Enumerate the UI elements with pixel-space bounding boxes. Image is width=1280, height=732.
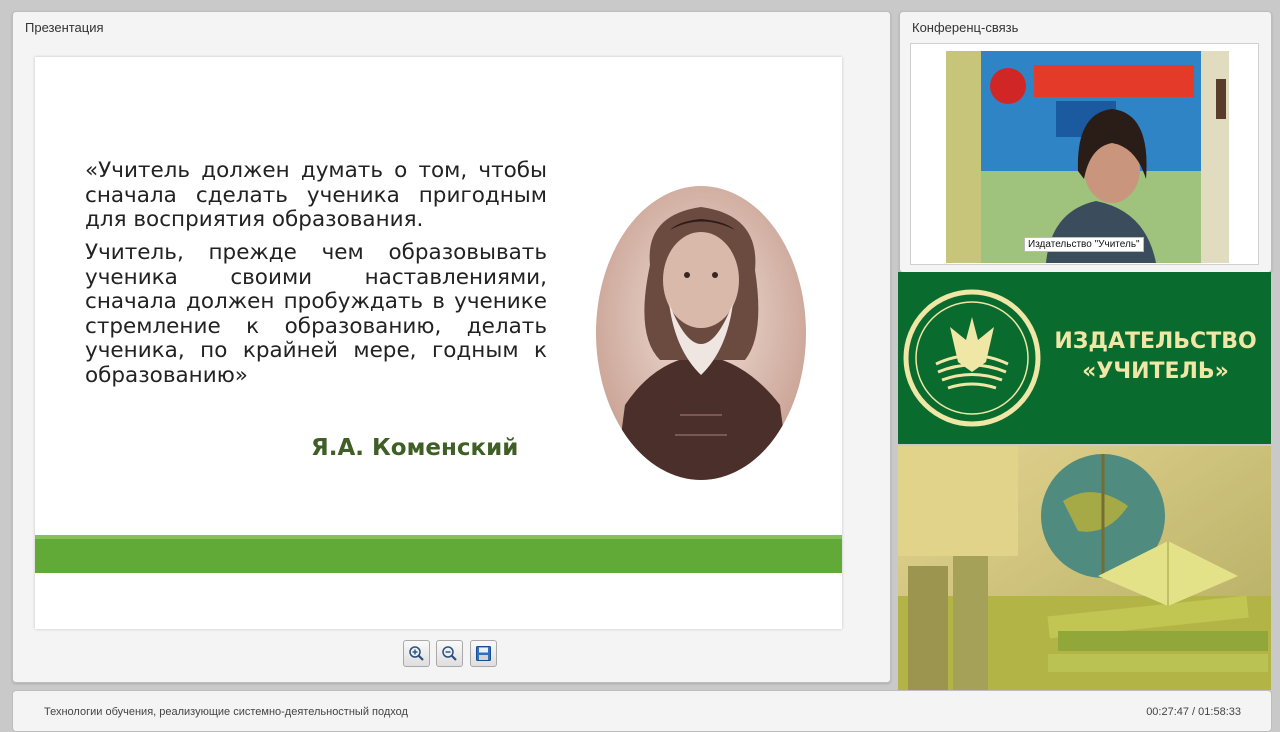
conference-panel: Конференц-связь Издательство "Учитель" [899, 11, 1272, 273]
webinar-title: Технологии обучения, реализующие системн… [44, 706, 408, 718]
quote-paragraph-1: «Учитель должен думать о том, чтобы снач… [85, 158, 547, 232]
publisher-logo-icon [903, 289, 1041, 427]
save-icon [476, 646, 491, 661]
zoom-in-icon [409, 646, 424, 661]
presentation-slide: «Учитель должен думать о том, чтобы снач… [35, 57, 842, 629]
publisher-logo-line-2: «УЧИТЕЛЬ» [1082, 359, 1229, 384]
zoom-in-button[interactable] [403, 640, 430, 667]
zoom-out-icon [442, 646, 457, 661]
comenius-portrait [596, 186, 806, 480]
footer-bar: Технологии обучения, реализующие системн… [12, 690, 1272, 732]
playback-time: 00:27:47 / 01:58:33 [1146, 706, 1241, 718]
publisher-logo-banner: ИЗДАТЕЛЬСТВО «УЧИТЕЛЬ» [898, 272, 1271, 444]
webcam-video[interactable]: Издательство "Учитель" [910, 43, 1259, 265]
books-globe-image [898, 446, 1271, 690]
save-button[interactable] [470, 640, 497, 667]
publisher-logo-text: ИЗДАТЕЛЬСТВО «УЧИТЕЛЬ» [1043, 327, 1268, 387]
quote-paragraph-2: Учитель, прежде чем образовывать ученика… [85, 240, 547, 388]
publisher-logo-line-1: ИЗДАТЕЛЬСТВО [1054, 329, 1257, 354]
slide-accent-bar [35, 535, 842, 573]
quote-author: Я.А. Коменский [311, 435, 519, 461]
conference-panel-title: Конференц-связь [912, 20, 1019, 35]
presentation-panel-title: Презентация [25, 20, 104, 35]
webcam-scene [946, 51, 1229, 263]
presentation-panel: Презентация «Учитель должен думать о том… [12, 11, 891, 683]
zoom-out-button[interactable] [436, 640, 463, 667]
participant-name-label: Издательство "Учитель" [1024, 237, 1144, 252]
